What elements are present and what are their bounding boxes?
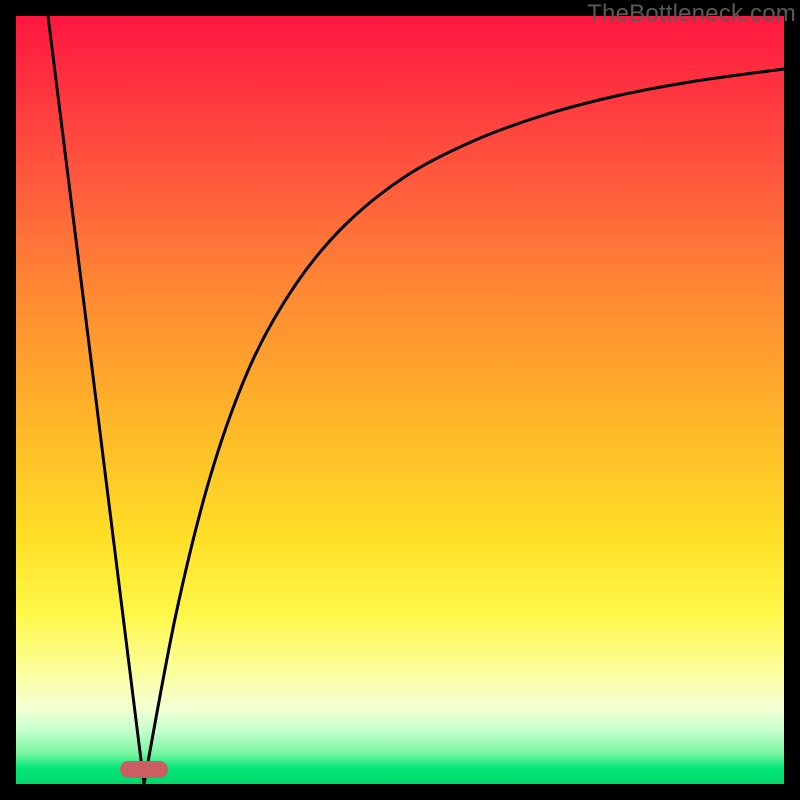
- plot-area: [16, 16, 784, 784]
- bottleneck-marker: [120, 761, 168, 778]
- watermark-text: TheBottleneck.com: [587, 0, 796, 28]
- curve-left: [48, 16, 144, 784]
- chart-curves: [16, 16, 784, 784]
- curve-right: [144, 69, 784, 784]
